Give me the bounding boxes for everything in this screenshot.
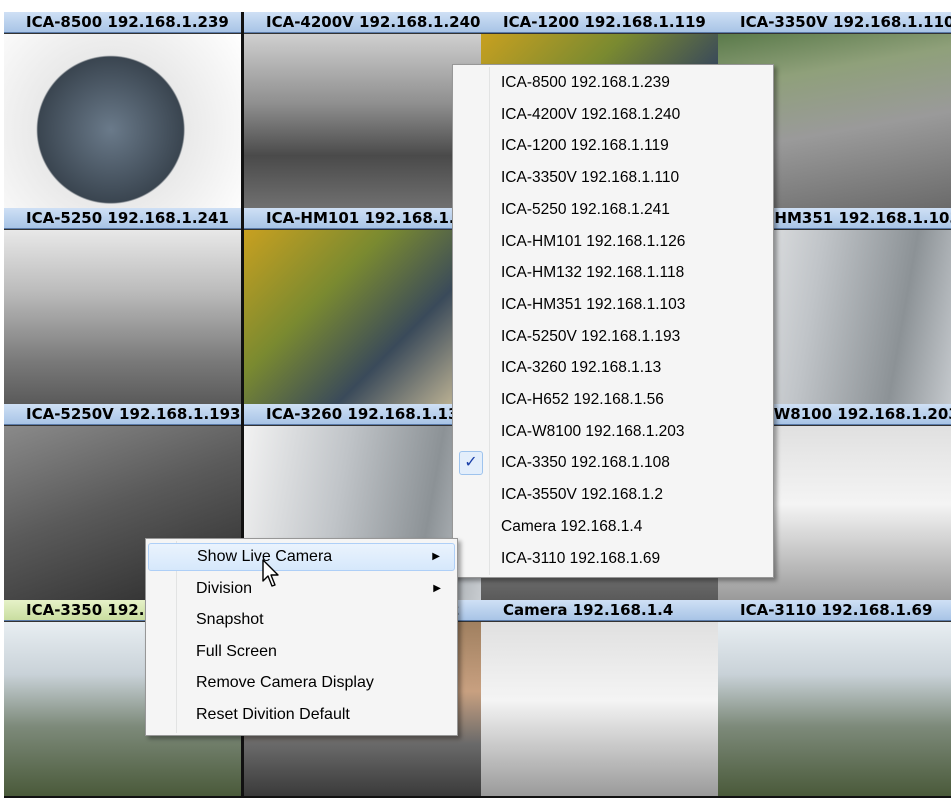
camera-submenu-item[interactable]: ICA-HM101 192.168.1.126 — [455, 227, 771, 257]
camera-submenu-item[interactable]: ✓ ICA-3350 192.168.1.108 — [455, 448, 771, 478]
camera-video-feed[interactable] — [244, 230, 481, 404]
camera-tile[interactable]: Camera 192.168.1.4 — [481, 600, 718, 796]
mouse-pointer-icon — [262, 559, 279, 587]
camera-tile-title: Camera 192.168.1.4 — [481, 600, 718, 621]
menu-item-label: Full Screen — [196, 642, 277, 660]
camera-submenu-item[interactable]: ICA-W8100 192.168.1.203 — [455, 417, 771, 447]
camera-tile-title: ICA-HM101 192.168.1.126 — [244, 208, 481, 229]
camera-submenu-label: ICA-3550V 192.168.1.2 — [501, 486, 664, 504]
camera-tile-title: ICA-1200 192.168.1.119 — [481, 12, 718, 33]
camera-video-feed[interactable] — [4, 34, 241, 208]
camera-submenu-item[interactable]: ICA-3350V 192.168.1.110 — [455, 163, 771, 193]
camera-video-feed[interactable] — [481, 622, 718, 796]
camera-tile[interactable]: ICA-HM101 192.168.1.126 — [244, 208, 481, 404]
camera-submenu-item[interactable]: ICA-3260 192.168.1.13 — [455, 353, 771, 383]
menu-item-label: Remove Camera Display — [196, 674, 374, 691]
camera-submenu-label: ICA-8500 192.168.1.239 — [501, 74, 670, 91]
camera-submenu-item[interactable]: ICA-3110 192.168.1.69 — [455, 544, 771, 574]
camera-tile[interactable]: ICA-3110 192.168.1.69 — [718, 600, 951, 796]
camera-tile-title: ICA-3110 192.168.1.69 — [718, 600, 951, 621]
camera-submenu-label: ICA-HM101 192.168.1.126 — [501, 232, 686, 250]
camera-tile-title: ICA-4200V 192.168.1.240 — [244, 12, 481, 33]
menu-item-snapshot[interactable]: Snapshot — [148, 606, 455, 634]
camera-submenu-item[interactable]: ICA-5250 192.168.1.241 — [455, 195, 771, 225]
camera-submenu-item[interactable]: ICA-1200 192.168.1.119 — [455, 131, 771, 161]
camera-submenu-label: ICA-H652 192.168.1.56 — [501, 391, 664, 408]
menu-item-full-screen[interactable]: Full Screen — [148, 638, 455, 666]
camera-submenu-label: ICA-HM351 192.168.1.103 — [501, 295, 686, 313]
camera-submenu-item[interactable]: ICA-4200V 192.168.1.240 — [455, 100, 771, 130]
camera-video-feed[interactable] — [244, 34, 481, 208]
submenu-arrow-icon: ▶ — [433, 582, 441, 594]
menu-item-show-live-camera[interactable]: Show Live Camera ▶ — [148, 543, 455, 571]
menu-item-division[interactable]: Division ▶ — [148, 575, 455, 603]
camera-tile-title: ICA-3350V 192.168.1.110 — [718, 12, 951, 33]
camera-submenu-label: Camera 192.168.1.4 — [501, 517, 643, 535]
camera-submenu-label: ICA-3260 192.168.1.13 — [501, 359, 662, 377]
camera-submenu-item[interactable]: ICA-3550V 192.168.1.2 — [455, 480, 771, 510]
camera-submenu-label: ICA-HM132 192.168.1.118 — [501, 264, 685, 282]
camera-submenu-item[interactable]: ICA-8500 192.168.1.239 — [455, 68, 771, 98]
menu-item-label: Snapshot — [196, 611, 264, 628]
menu-item-remove-camera-display[interactable]: Remove Camera Display — [148, 669, 455, 697]
submenu-arrow-icon: ▶ — [432, 551, 440, 562]
camera-tile[interactable]: ICA-4200V 192.168.1.240 — [244, 12, 481, 208]
camera-video-feed[interactable] — [718, 622, 951, 796]
camera-submenu-label: ICA-1200 192.168.1.119 — [501, 137, 669, 155]
camera-submenu-label: ICA-3350V 192.168.1.110 — [501, 169, 680, 187]
menu-item-label: Division — [196, 579, 253, 597]
camera-submenu-item[interactable]: ICA-5250V 192.168.1.193 — [455, 322, 771, 352]
camera-submenu-item[interactable]: Camera 192.168.1.4 — [455, 512, 771, 542]
menu-item-label: Reset Divition Default — [196, 705, 350, 723]
camera-submenu-label: ICA-5250 192.168.1.241 — [501, 200, 670, 218]
camera-submenu-label: ICA-3350 192.168.1.108 — [501, 454, 670, 472]
camera-tile-title: ICA-5250V 192.168.1.193 — [4, 404, 241, 425]
menu-item-reset-division-default[interactable]: Reset Divition Default — [148, 701, 455, 729]
camera-tile[interactable]: ICA-8500 192.168.1.239 — [4, 12, 241, 208]
camera-tile-title: ICA-5250 192.168.1.241 — [4, 208, 241, 229]
checkmark-icon: ✓ — [459, 451, 483, 476]
camera-submenu: ICA-8500 192.168.1.239 ICA-4200V 192.168.… — [452, 64, 774, 578]
camera-submenu-label: ICA-W8100 192.168.1.203 — [501, 422, 685, 440]
camera-submenu-label: ICA-4200V 192.168.1.240 — [501, 105, 681, 123]
camera-submenu-item[interactable]: ICA-H652 192.168.1.56 — [455, 385, 771, 415]
camera-submenu-label: ICA-5250V 192.168.1.193 — [501, 327, 681, 345]
camera-video-feed[interactable] — [4, 230, 241, 404]
camera-submenu-item[interactable]: ICA-HM351 192.168.1.103 — [455, 290, 771, 320]
camera-tile-title: ICA-3260 192.168.1.13 — [244, 404, 481, 425]
cropped-caption-strip — [0, 0, 951, 12]
camera-tile-title: ICA-8500 192.168.1.239 — [4, 12, 241, 33]
camera-submenu-item[interactable]: ICA-HM132 192.168.1.118 — [455, 258, 771, 288]
context-menu: Show Live Camera ▶ Division ▶ Snapshot Full S… — [145, 538, 458, 736]
camera-tile[interactable]: ICA-5250 192.168.1.241 — [4, 208, 241, 404]
camera-submenu-label: ICA-3110 192.168.1.69 — [501, 549, 661, 567]
